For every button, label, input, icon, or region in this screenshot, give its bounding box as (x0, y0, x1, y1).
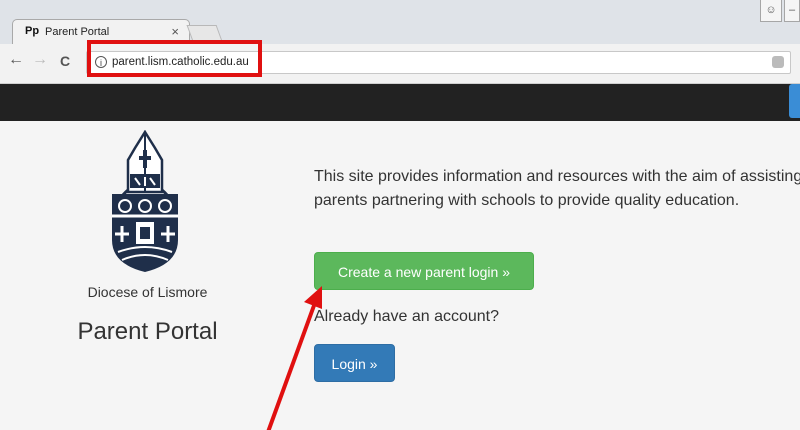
user-profile-icon[interactable]: ☺ (760, 0, 782, 22)
diocese-crest-logo (112, 130, 178, 272)
back-icon[interactable]: ← (8, 51, 24, 69)
reload-icon[interactable]: C (60, 53, 70, 69)
minimize-icon[interactable]: – (784, 0, 800, 22)
site-navbar (0, 84, 800, 121)
tab-title: Parent Portal (45, 26, 110, 38)
create-parent-login-button[interactable]: Create a new parent login » (314, 252, 534, 290)
forward-icon[interactable]: → (32, 51, 48, 69)
close-tab-icon[interactable]: × (171, 24, 179, 39)
intro-text: This site provides information and resou… (314, 168, 800, 209)
already-account-text: Already have an account? (314, 308, 500, 325)
extension-icon[interactable] (772, 56, 784, 68)
portal-title: Parent Portal (77, 318, 218, 345)
navbar-button[interactable] (789, 84, 800, 118)
favicon-icon: Pp (25, 25, 40, 37)
tab-strip: Pp Parent Portal × ☺ – (0, 0, 800, 44)
login-button[interactable]: Login » (314, 344, 395, 382)
annotation-highlight-box (87, 40, 262, 77)
org-name: Diocese of Lismore (87, 284, 208, 300)
